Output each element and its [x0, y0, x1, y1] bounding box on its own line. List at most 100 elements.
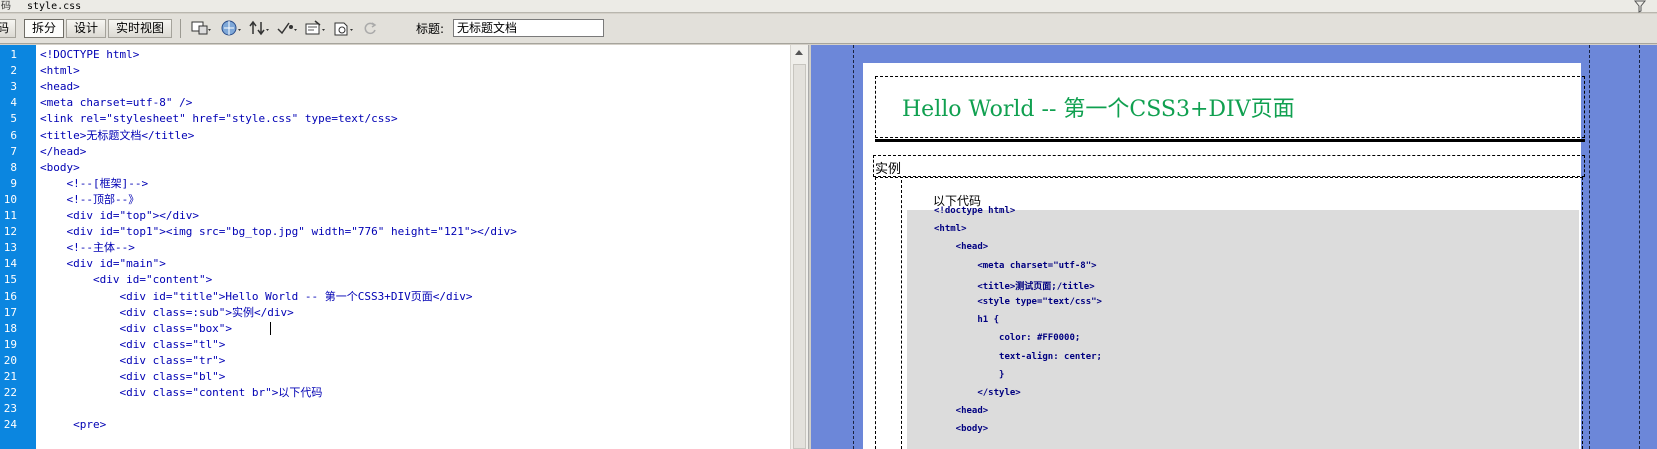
split-view-button[interactable]: 拆分 [24, 19, 64, 38]
line-number: 18 [3, 321, 17, 335]
multiscreen-icon[interactable] [190, 19, 212, 38]
refresh-icon[interactable] [360, 19, 382, 38]
line-number: 19 [3, 337, 17, 351]
code-text: <html> [40, 64, 80, 78]
tab-fragment: 码 [1, 1, 11, 12]
outer-guide-line [1639, 45, 1640, 449]
code-line[interactable]: 1 <!DOCTYPE html> [0, 46, 790, 63]
code-line[interactable]: 8 <body> [0, 159, 790, 176]
sub-div[interactable]: 实例 [873, 155, 1585, 177]
code-line[interactable]: 4 <meta charset=utf-8" /> [0, 94, 790, 111]
pre-code-line: <html> [934, 224, 967, 235]
pre-code-line: <!doctype html> [934, 206, 1016, 216]
design-view-button[interactable]: 设计 [66, 19, 106, 38]
live-view-button[interactable]: 实时视图 [108, 19, 172, 38]
code-line[interactable]: 7 </head> [0, 143, 790, 160]
code-text: <!--[框架]--> [40, 176, 149, 190]
line-number: 14 [3, 257, 17, 271]
document-toolbar: 码 拆分 设计 实时视图 [0, 14, 1657, 44]
text-caret [270, 321, 271, 335]
code-line[interactable]: 3 <head> [0, 78, 790, 95]
visual-aids-icon[interactable] [304, 19, 326, 38]
code-text: <div id="top1"><img src="bg_top.jpg" wid… [40, 225, 517, 239]
line-number: 16 [3, 289, 17, 303]
title-div[interactable]: Hello World -- 第一个CSS3+DIV页面 [875, 76, 1585, 138]
line-number: 11 [3, 209, 17, 222]
code-text: <div class="box"> [40, 321, 233, 335]
code-view-button[interactable]: 码 [0, 19, 16, 38]
validate-icon[interactable] [276, 19, 298, 38]
pre-code-line: <head> [934, 242, 989, 253]
code-text: <div class="tr"> [40, 353, 226, 367]
line-number: 24 [3, 418, 17, 432]
right-guide-line [1589, 45, 1590, 449]
code-text: <div class="tl"> [40, 337, 226, 351]
code-line[interactable]: 5 <link rel="stylesheet" href="style.css"… [0, 110, 790, 127]
filter-icon[interactable] [1633, 0, 1647, 13]
code-line[interactable]: 9 <!--[框架]--> [0, 175, 790, 192]
line-number: 13 [3, 241, 17, 255]
code-text: <div class="content br">以下代码 [40, 386, 323, 400]
title-divider-rule [875, 139, 1585, 142]
code-line[interactable]: 2 <html> [0, 62, 790, 79]
code-text: <!--顶部--》 [40, 192, 140, 206]
line-number: 23 [3, 402, 17, 416]
code-text: <pre> [40, 418, 107, 432]
pre-code-line: </style> [934, 388, 1021, 398]
code-panel[interactable]: 1 <!DOCTYPE html> 2 <html> 3 <head> 4 <meta cha… [0, 45, 808, 449]
scroll-up-arrow-icon[interactable] [795, 50, 803, 55]
code-line[interactable]: 11 <div id="top"></div> [0, 207, 790, 224]
code-text: <div id="top"></div> [40, 209, 199, 222]
code-line[interactable]: 15 <div id="content"> [0, 271, 790, 288]
code-line[interactable]: 18 <div class="box"> [0, 320, 790, 337]
code-text: <div id="main"> [40, 257, 166, 271]
code-line[interactable]: 22 <div class="content br">以下代码 [0, 384, 790, 401]
code-line[interactable]: 6 <title>无标题文档</title> [0, 127, 790, 144]
line-number: 21 [3, 370, 17, 383]
line-number: 1 [10, 48, 17, 61]
code-line[interactable]: 13 <!--主体--> [0, 239, 790, 256]
pre-code-line: color: #FF0000; [934, 333, 1081, 344]
line-number: 17 [3, 305, 17, 319]
design-view-label: 设计 [73, 21, 98, 35]
code-text: <!--主体--> [40, 241, 135, 255]
code-line[interactable]: 20 <div class="tr"> [0, 352, 790, 369]
document-title-input[interactable]: 无标题文档 [453, 19, 604, 37]
pre-code-line: <style type="text/css"> [934, 297, 1102, 307]
code-text: <link rel="stylesheet" href="style.css" … [40, 112, 398, 126]
related-file-style-css[interactable]: style.css [27, 0, 81, 13]
code-line[interactable]: 14 <div id="main"> [0, 255, 790, 272]
pre-code-line: h1 { [934, 315, 1000, 326]
line-number: 10 [3, 192, 17, 206]
code-text: <div class=:sub">实例</div> [40, 305, 294, 319]
pre-code-line: <meta charset="utf-8"> [934, 260, 1097, 271]
check-browser-icon[interactable] [332, 19, 354, 38]
code-text: <meta charset=utf-8" /> [40, 96, 193, 110]
pre-code-line: <body> [934, 424, 989, 435]
file-management-icon[interactable] [248, 19, 270, 38]
page-heading: Hello World -- 第一个CSS3+DIV页面 [902, 97, 1295, 122]
code-line[interactable]: 21 <div class="bl"> [0, 368, 790, 385]
sub-heading: 实例 [875, 162, 902, 177]
code-text: <title>无标题文档</title> [40, 128, 195, 142]
code-vertical-scrollbar[interactable] [790, 45, 808, 449]
code-line[interactable]: 17 <div class=:sub">实例</div> [0, 304, 790, 321]
browser-preview-icon[interactable] [220, 19, 242, 38]
code-line[interactable]: 10 <!--顶部--》 [0, 191, 790, 208]
line-number: 4 [10, 96, 17, 110]
code-line[interactable]: 23 [0, 400, 790, 417]
line-number: 2 [10, 64, 17, 78]
code-text: <div id="title">Hello World -- 第一个CSS3+D… [40, 289, 473, 303]
code-text: <div id="content"> [40, 273, 213, 287]
code-line[interactable]: 12 <div id="top1"><img src="bg_top.jpg" … [0, 223, 790, 240]
pre-code-line: text-align: center; [934, 351, 1102, 362]
title-label: 标题: [416, 22, 445, 36]
code-text: <div class="bl"> [40, 370, 226, 383]
code-scroll-thumb[interactable] [793, 64, 806, 449]
left-guide-line [853, 45, 854, 449]
code-line[interactable]: 16 <div id="title">Hello World -- 第一个CSS… [0, 288, 790, 305]
pre-code-line: <title>测试页面;/title> [934, 281, 1095, 292]
code-line[interactable]: 24 <pre> [0, 416, 790, 433]
code-line[interactable]: 19 <div class="tl"> [0, 336, 790, 353]
pre-code-block[interactable]: <!doctype html> <html> <head> <meta chars… [907, 206, 1579, 449]
